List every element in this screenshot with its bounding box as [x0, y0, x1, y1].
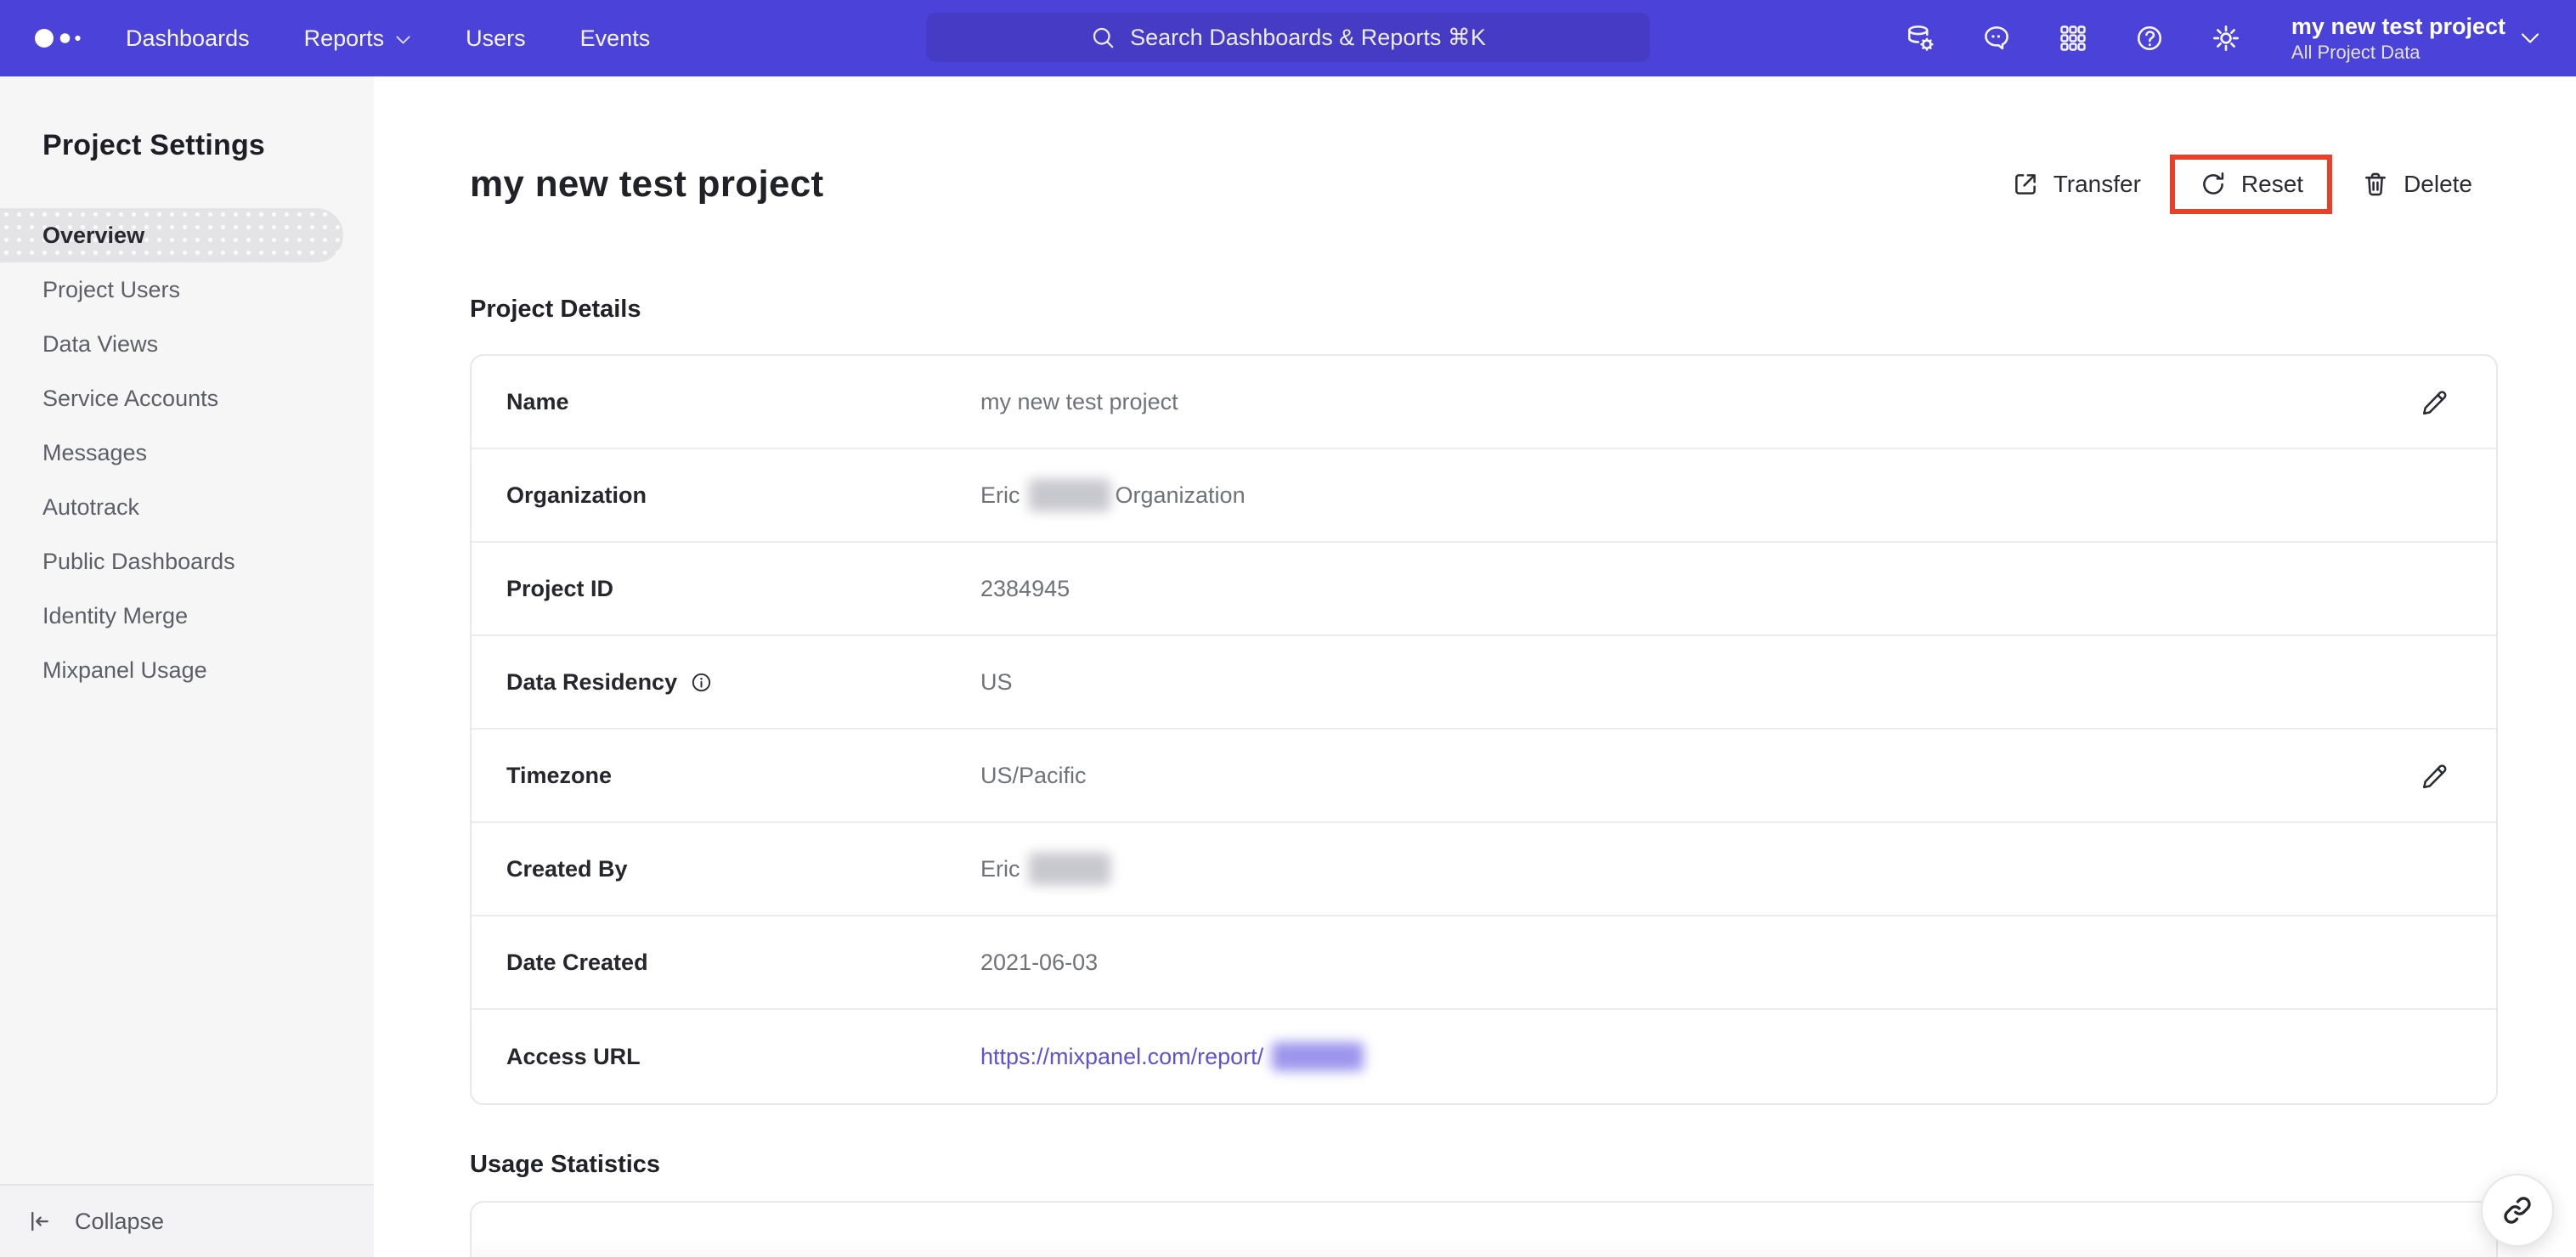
detail-row-label: Created By — [506, 855, 628, 882]
chevron-down-icon — [395, 35, 411, 45]
detail-row-value: US/Pacific — [980, 762, 1087, 788]
sidebar-item-label: Autotrack — [42, 493, 140, 520]
settings-sidebar: Project Settings Overview Project Users … — [0, 76, 374, 1257]
detail-row-value: 2021-06-03 — [980, 949, 1099, 975]
sidebar-item-label: Mixpanel Usage — [42, 657, 207, 683]
search-bar[interactable]: Search Dashboards & Reports ⌘K — [926, 13, 1650, 62]
feedback-bubble-icon[interactable] — [1980, 22, 2013, 54]
detail-row-created-by: Created By Eric — [472, 823, 2496, 916]
detail-row-data-residency: Data Residency US — [472, 636, 2496, 730]
redacted-text — [1272, 1042, 1364, 1071]
nav-item-label: Reports — [303, 25, 385, 51]
detail-row-value: Eric — [980, 482, 1020, 508]
pencil-icon — [2420, 761, 2449, 790]
sidebar-item-public-dashboards[interactable]: Public Dashboards — [0, 534, 374, 589]
nav-item-dashboards[interactable]: Dashboards — [126, 25, 250, 52]
nav-item-label: Events — [579, 25, 651, 51]
reset-icon — [2199, 170, 2228, 199]
nav-item-users[interactable]: Users — [466, 25, 526, 52]
details-section-heading: Project Details — [470, 296, 641, 323]
detail-row-value: US — [980, 668, 1013, 695]
project-details-card: Name my new test project Organization Er… — [470, 354, 2498, 1105]
mixpanel-logo[interactable] — [34, 27, 83, 49]
sidebar-item-data-views[interactable]: Data Views — [0, 317, 374, 371]
detail-row-label: Date Created — [506, 949, 648, 975]
project-actions: Transfer Reset Delete — [2011, 155, 2472, 214]
search-placeholder: Search Dashboards & Reports ⌘K — [1130, 24, 1486, 50]
project-switcher[interactable]: my new test project All Project Data — [2291, 14, 2540, 63]
nav-item-reports[interactable]: Reports — [304, 25, 412, 52]
link-icon — [2501, 1194, 2534, 1226]
delete-button[interactable]: Delete — [2361, 170, 2472, 199]
detail-row-label: Organization — [506, 482, 647, 508]
edit-button[interactable] — [2420, 387, 2449, 416]
detail-row-label: Name — [506, 388, 569, 414]
sidebar-item-service-accounts[interactable]: Service Accounts — [0, 371, 374, 426]
info-icon[interactable] — [690, 671, 713, 694]
main-content: my new test project Transfer Reset Delet… — [374, 76, 2576, 1257]
access-url-link[interactable]: https://mixpanel.com/report/ — [980, 1044, 1263, 1070]
nav-utilities: my new test project All Project Data — [1904, 14, 2540, 63]
detail-row-date-created: Date Created 2021-06-03 — [472, 916, 2496, 1010]
nav-item-events[interactable]: Events — [580, 25, 651, 52]
current-project-name: my new test project — [2291, 14, 2505, 39]
primary-nav: Dashboards Reports Users Events — [126, 25, 650, 52]
transfer-icon — [2011, 170, 2040, 199]
help-icon[interactable] — [2133, 22, 2166, 54]
collapse-button[interactable]: Collapse — [0, 1184, 374, 1257]
copy-link-fab[interactable] — [2481, 1174, 2554, 1247]
detail-row-name: Name my new test project — [472, 356, 2496, 449]
detail-row-organization: Organization Eric Organization — [472, 449, 2496, 543]
collapse-icon — [27, 1209, 53, 1234]
sidebar-item-label: Overview — [42, 222, 145, 248]
detail-row-label: Data Residency — [506, 668, 678, 695]
top-navigation: Dashboards Reports Users Events Search D… — [0, 0, 2576, 76]
detail-row-label: Timezone — [506, 762, 613, 788]
usage-statistics-card — [470, 1201, 2498, 1257]
nav-item-label: Dashboards — [126, 25, 250, 51]
pencil-icon — [2420, 387, 2449, 416]
usage-section-heading: Usage Statistics — [470, 1151, 661, 1178]
search-icon — [1090, 25, 1116, 50]
sidebar-item-project-users[interactable]: Project Users — [0, 262, 374, 317]
collapse-label: Collapse — [75, 1208, 165, 1234]
sidebar-item-overview[interactable]: Overview — [0, 208, 343, 262]
sidebar-heading: Project Settings — [42, 129, 266, 161]
detail-row-timezone: Timezone US/Pacific — [472, 730, 2496, 823]
detail-row-label: Project ID — [506, 575, 614, 601]
detail-row-value: 2384945 — [980, 575, 1071, 601]
redacted-text — [1028, 479, 1110, 511]
detail-row-label: Access URL — [506, 1043, 641, 1069]
sidebar-item-mixpanel-usage[interactable]: Mixpanel Usage — [0, 643, 374, 697]
sidebar-item-label: Identity Merge — [42, 602, 189, 628]
sidebar-item-label: Service Accounts — [42, 385, 219, 411]
sidebar-item-label: Project Users — [42, 276, 181, 302]
sidebar-item-identity-merge[interactable]: Identity Merge — [0, 589, 374, 643]
current-data-view: All Project Data — [2291, 42, 2421, 63]
transfer-button[interactable]: Transfer — [2011, 170, 2141, 199]
detail-row-value-suffix: Organization — [1115, 482, 1246, 508]
trash-icon — [2361, 170, 2390, 199]
reset-button[interactable]: Reset — [2199, 170, 2303, 199]
redacted-text — [1028, 853, 1110, 885]
nav-item-label: Users — [466, 25, 526, 51]
sidebar-item-label: Data Views — [42, 330, 159, 357]
page-title: my new test project — [470, 163, 824, 205]
sidebar-item-autotrack[interactable]: Autotrack — [0, 480, 374, 534]
detail-row-project-id: Project ID 2384945 — [472, 543, 2496, 636]
annotation-highlight-box: Reset — [2169, 155, 2333, 214]
detail-row-value: my new test project — [980, 388, 1178, 414]
sidebar-item-messages[interactable]: Messages — [0, 426, 374, 480]
apps-grid-icon[interactable] — [2057, 22, 2089, 54]
chevron-down-icon — [2520, 31, 2540, 45]
detail-row-value: Eric — [980, 855, 1020, 882]
detail-row-access-url: Access URL https://mixpanel.com/report/ — [472, 1010, 2496, 1103]
sidebar-item-label: Public Dashboards — [42, 548, 235, 574]
sidebar-item-label: Messages — [42, 439, 148, 465]
data-management-icon[interactable] — [1904, 22, 1936, 54]
edit-button[interactable] — [2420, 761, 2449, 790]
settings-gear-icon[interactable] — [2210, 22, 2242, 54]
